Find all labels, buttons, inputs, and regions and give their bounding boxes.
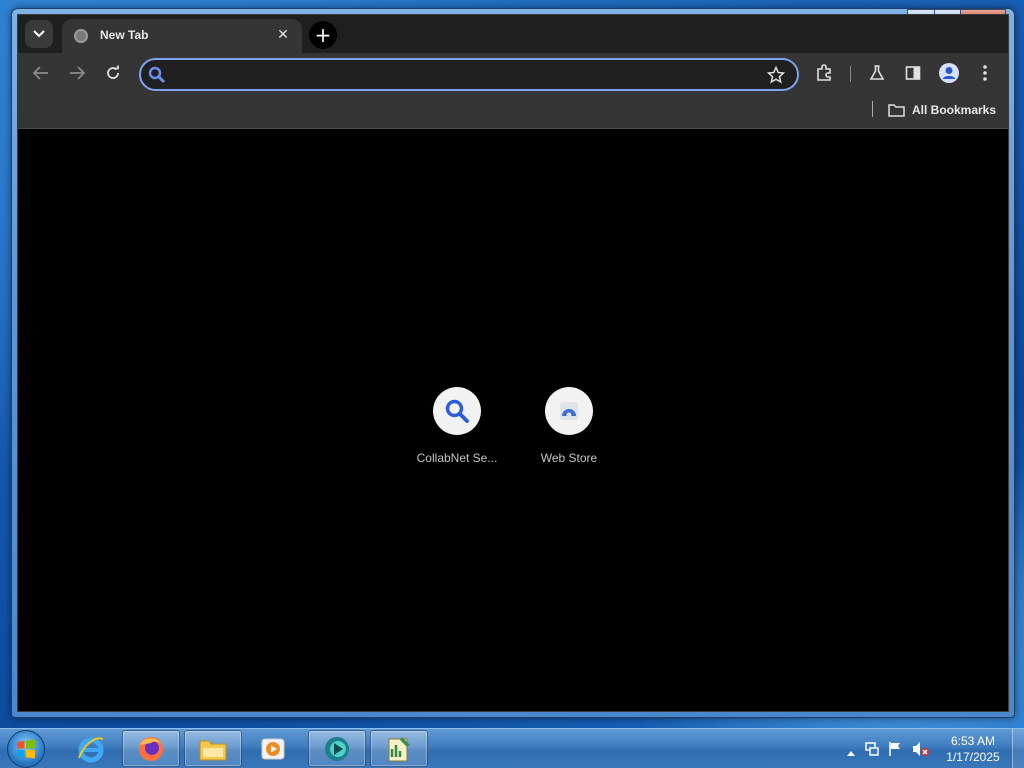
system-clock[interactable]: 6:53 AM 1/17/2025 (938, 733, 1008, 765)
tab-title: New Tab (100, 28, 149, 42)
folder-icon (888, 104, 905, 117)
toolbar-divider (850, 66, 851, 82)
volume-muted-icon[interactable] (912, 741, 930, 761)
web-store-icon (560, 402, 578, 420)
all-bookmarks-button[interactable]: All Bookmarks (888, 100, 996, 120)
browser-client: New Tab ✕ + All Bookmarks CollabNet Se..… (17, 14, 1009, 712)
back-arrow-icon (33, 66, 48, 80)
action-center-flag-icon[interactable] (888, 741, 902, 761)
notepad-chart-icon (388, 736, 410, 761)
globe-icon (74, 29, 88, 43)
bookmarks-bar: All Bookmarks (18, 93, 1008, 129)
taskbar-internet-explorer[interactable] (62, 730, 120, 767)
taskbar-media-player[interactable] (244, 730, 302, 767)
reload-button[interactable] (99, 61, 127, 85)
browser-window: ▬ □ ✕ New Tab ✕ + (11, 8, 1015, 718)
clock-time: 6:53 AM (950, 734, 996, 748)
tab-strip: New Tab ✕ + (18, 15, 1008, 53)
windows-logo-icon (17, 739, 35, 759)
taskbar-notepad-chart[interactable] (370, 730, 428, 767)
show-desktop-button[interactable] (1012, 729, 1024, 768)
new-tab-button[interactable]: + (309, 21, 337, 49)
search-icon (148, 66, 166, 88)
address-bar[interactable] (139, 58, 799, 91)
labs-flask-icon[interactable] (866, 62, 888, 84)
shortcut-label: Web Store (540, 451, 598, 465)
shortcut-icon-tile (545, 387, 593, 435)
search-icon (445, 399, 469, 423)
shortcut-collabnet-search[interactable]: CollabNet Se... (407, 387, 507, 465)
internet-explorer-icon (78, 736, 104, 762)
chrome-like-app-icon (325, 736, 349, 761)
taskbar-browser-app[interactable] (308, 730, 366, 767)
reload-icon (107, 65, 119, 79)
shortcut-icon-tile (433, 387, 481, 435)
firefox-icon (139, 736, 163, 761)
profile-avatar-icon[interactable] (938, 62, 960, 84)
forward-arrow-icon (70, 66, 85, 80)
all-bookmarks-label: All Bookmarks (912, 103, 997, 117)
bookmark-star-icon[interactable] (766, 65, 786, 88)
shortcut-label: CollabNet Se... (416, 451, 498, 465)
show-hidden-icons-icon[interactable] (846, 742, 856, 761)
start-button[interactable] (7, 730, 45, 768)
chevron-down-icon (33, 30, 45, 38)
toolbar (18, 53, 1008, 93)
extensions-icon[interactable] (813, 62, 835, 84)
file-explorer-icon (199, 740, 227, 760)
forward-button[interactable] (63, 61, 91, 85)
bookmarks-divider (872, 101, 873, 117)
new-tab-page: CollabNet Se... Web Store (18, 130, 1008, 711)
tab-new-tab[interactable]: New Tab ✕ (62, 19, 302, 53)
taskbar-firefox[interactable] (122, 730, 180, 767)
taskbar-file-explorer[interactable] (184, 730, 242, 767)
taskbar: 6:53 AM 1/17/2025 (0, 728, 1024, 768)
network-icon[interactable] (864, 741, 880, 761)
shortcut-web-store[interactable]: Web Store (519, 387, 619, 465)
tab-close-button[interactable]: ✕ (274, 26, 292, 44)
tab-search-button[interactable] (25, 20, 53, 48)
media-player-icon (261, 738, 285, 759)
address-input[interactable] (171, 64, 751, 85)
side-panel-icon[interactable] (902, 62, 924, 84)
more-menu-icon[interactable] (974, 62, 996, 84)
back-button[interactable] (27, 61, 55, 85)
clock-date: 1/17/2025 (946, 750, 1000, 764)
